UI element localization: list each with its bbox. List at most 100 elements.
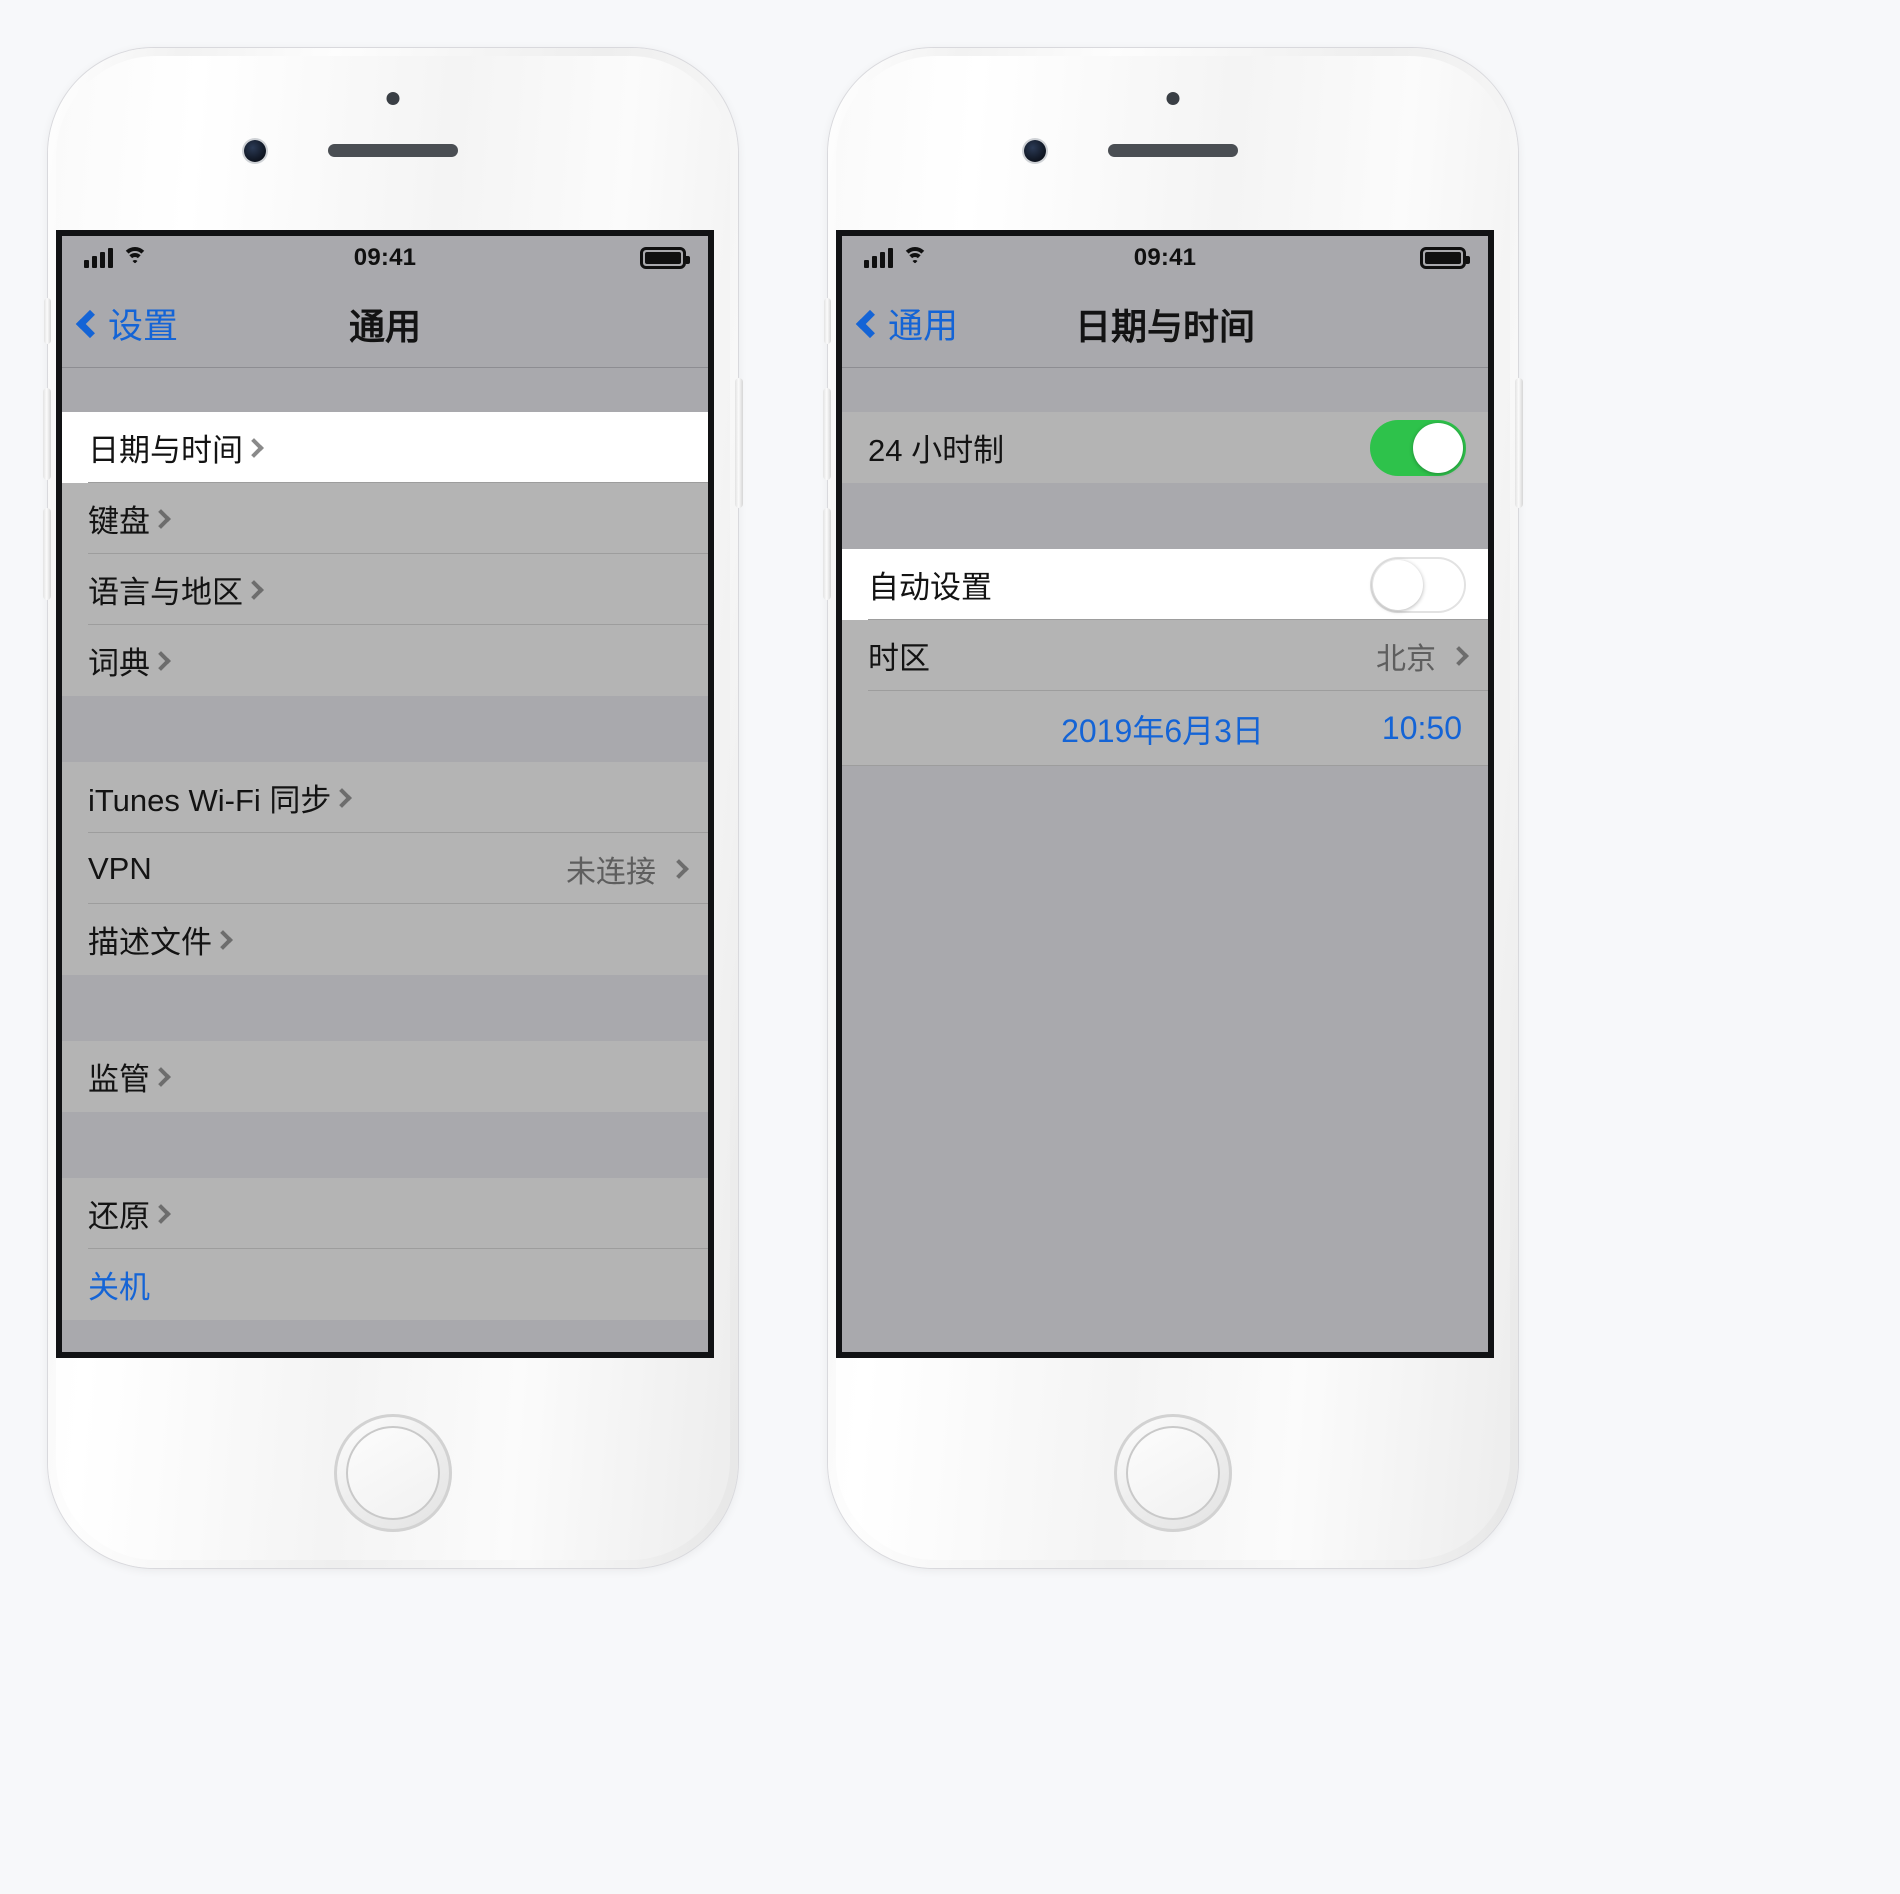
settings-group-5: 还原 关机 (62, 1178, 708, 1320)
chevron-right-icon (669, 858, 689, 879)
list-item-label: 日期与时间 (88, 433, 243, 468)
status-bar-left (84, 247, 148, 268)
list-item-label: 描述文件 (88, 925, 212, 960)
list-item-itunes-wifi-sync[interactable]: iTunes Wi-Fi 同步 (62, 762, 708, 833)
list-empty-area (62, 1320, 708, 1352)
chevron-right-icon (151, 508, 171, 529)
toggle-24-hour-time[interactable] (1370, 419, 1466, 476)
date-value[interactable]: 2019年6月3日 (1061, 706, 1264, 752)
phone-screen-date-time: 09:41 通用 日期与时间 24 小时制 自动设置 时区 北京 2019年6月… (836, 230, 1494, 1358)
list-item-label: iTunes Wi-Fi 同步 (88, 783, 332, 818)
list-item-label: 还原 (88, 1199, 150, 1234)
status-bar-clock: 09:41 (1133, 244, 1197, 271)
list-item-label: 时区 (868, 641, 930, 676)
home-button[interactable] (334, 1414, 452, 1532)
settings-group-4: 监管 (62, 1041, 708, 1112)
row-separator (842, 765, 1488, 766)
screenshot-stage: 09:41 设置 通用 日期与时间 键盘 语言与地区 词典 iTunes Wi-… (0, 0, 1900, 1894)
list-gap (842, 483, 1488, 549)
chevron-right-icon (244, 437, 264, 458)
back-button-general[interactable]: 通用 (855, 298, 959, 349)
battery-full-icon (640, 247, 690, 269)
cellular-bars-icon (84, 248, 113, 268)
volume-up-button[interactable] (823, 388, 831, 480)
settings-list-general[interactable]: 日期与时间 键盘 语言与地区 词典 iTunes Wi-Fi 同步 VPN 未连… (62, 368, 708, 1352)
back-button-settings[interactable]: 设置 (75, 298, 179, 349)
list-item-label: 24 小时制 (868, 433, 1005, 468)
toggle-knob (1413, 422, 1463, 473)
volume-up-button[interactable] (43, 388, 51, 480)
earpiece-speaker (328, 144, 458, 157)
list-item-value: 北京 (1376, 642, 1436, 676)
list-gap (842, 368, 1488, 412)
page-title: 通用 (348, 305, 422, 347)
settings-list-date-time[interactable]: 24 小时制 自动设置 时区 北京 2019年6月3日 10:50 (842, 368, 1488, 1352)
list-item-date-time[interactable]: 日期与时间 (62, 412, 708, 483)
chevron-right-icon (151, 1203, 171, 1224)
chevron-right-icon (213, 929, 233, 950)
toggle-set-automatically[interactable] (1370, 556, 1466, 613)
volume-down-button[interactable] (823, 508, 831, 600)
list-item-label: 语言与地区 (88, 575, 243, 610)
navigation-bar: 设置 通用 (62, 280, 708, 368)
list-item-value: 未连接 (566, 855, 656, 889)
power-button[interactable] (1515, 378, 1523, 508)
list-gap (62, 975, 708, 1041)
date-time-value-row[interactable]: 2019年6月3日 10:50 (842, 691, 1488, 766)
list-gap (62, 1112, 708, 1178)
list-item-24-hour-time[interactable]: 24 小时制 (842, 412, 1488, 483)
proximity-sensor (386, 92, 400, 105)
front-camera (244, 140, 266, 162)
iphone-device-left: 09:41 设置 通用 日期与时间 键盘 语言与地区 词典 iTunes Wi-… (43, 48, 743, 1568)
list-item-label: VPN (88, 850, 152, 886)
list-item-label: 自动设置 (868, 570, 992, 605)
chevron-left-icon (855, 309, 885, 338)
settings-group-2: 自动设置 时区 北京 2019年6月3日 10:50 (842, 549, 1488, 766)
power-button[interactable] (735, 378, 743, 508)
chevron-right-icon (244, 579, 264, 600)
cellular-bars-icon (864, 248, 893, 268)
page-title: 日期与时间 (1074, 305, 1256, 347)
toggle-knob (1373, 559, 1423, 610)
settings-group-3: iTunes Wi-Fi 同步 VPN 未连接 描述文件 (62, 762, 708, 975)
battery-full-icon (1420, 247, 1470, 269)
time-value[interactable]: 10:50 (1382, 710, 1462, 747)
list-item-language-region[interactable]: 语言与地区 (62, 554, 708, 625)
wifi-icon (902, 247, 928, 268)
volume-down-button[interactable] (43, 508, 51, 600)
status-bar: 09:41 (62, 236, 708, 280)
list-item-time-zone[interactable]: 时区 北京 (842, 620, 1488, 691)
iphone-device-right: 09:41 通用 日期与时间 24 小时制 自动设置 时区 北京 2019年6月… (823, 48, 1523, 1568)
list-item-keyboard[interactable]: 键盘 (62, 483, 708, 554)
list-item-dictionary[interactable]: 词典 (62, 625, 708, 696)
list-item-label: 关机 (88, 1270, 150, 1305)
list-gap (62, 696, 708, 762)
list-item-shutdown[interactable]: 关机 (62, 1249, 708, 1320)
phone-screen-general: 09:41 设置 通用 日期与时间 键盘 语言与地区 词典 iTunes Wi-… (56, 230, 714, 1358)
chevron-right-icon (332, 787, 353, 808)
list-empty-area (842, 766, 1488, 1326)
settings-group-2: 键盘 语言与地区 词典 (62, 483, 708, 696)
front-camera (1024, 140, 1046, 162)
list-item-profiles[interactable]: 描述文件 (62, 904, 708, 975)
chevron-right-icon (151, 650, 171, 671)
list-item-vpn[interactable]: VPN 未连接 (62, 833, 708, 904)
status-bar-right (1420, 247, 1470, 269)
back-button-label: 通用 (888, 307, 959, 346)
navigation-bar: 通用 日期与时间 (842, 280, 1488, 368)
home-button[interactable] (1114, 1414, 1232, 1532)
chevron-left-icon (75, 309, 105, 338)
status-bar-clock: 09:41 (353, 244, 417, 271)
mute-switch[interactable] (44, 298, 51, 344)
chevron-right-icon (151, 1066, 171, 1087)
list-item-label: 键盘 (88, 504, 150, 539)
earpiece-speaker (1108, 144, 1238, 157)
list-item-reset[interactable]: 还原 (62, 1178, 708, 1249)
list-gap (62, 368, 708, 412)
list-item-label: 监管 (88, 1062, 150, 1097)
list-item-set-automatically[interactable]: 自动设置 (842, 549, 1488, 620)
mute-switch[interactable] (824, 298, 831, 344)
back-button-label: 设置 (108, 307, 179, 346)
wifi-icon (122, 247, 148, 268)
list-item-supervision[interactable]: 监管 (62, 1041, 708, 1112)
